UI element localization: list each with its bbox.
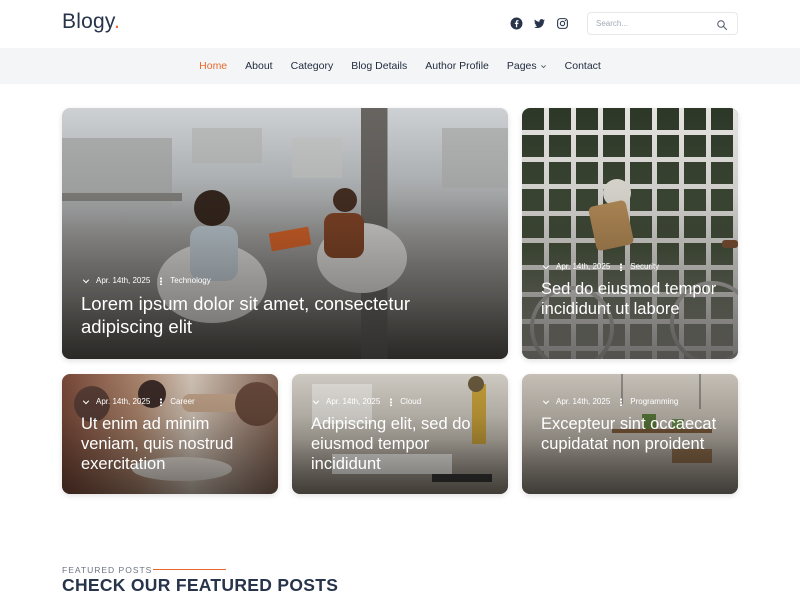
- post-title[interactable]: Sed do eiusmod tempor incididunt ut labo…: [541, 279, 726, 319]
- featured-accent-line: [153, 569, 226, 570]
- nav-item-home[interactable]: Home: [199, 60, 227, 72]
- nav-item-pages[interactable]: Pages: [507, 60, 547, 72]
- post-card[interactable]: Apr. 14th, 2025 Security Sed do eiusmod …: [522, 108, 738, 359]
- meta-separator-icon: [160, 276, 163, 285]
- post-meta: Apr. 14th, 2025 Security: [542, 262, 659, 271]
- chevron-down-icon: [542, 399, 550, 404]
- meta-separator-icon: [620, 262, 623, 271]
- chevron-down-icon: [82, 278, 90, 283]
- main-navigation: Home About Category Blog Details Author …: [0, 48, 800, 84]
- post-category[interactable]: Cloud: [400, 397, 421, 406]
- nav-item-about[interactable]: About: [245, 60, 272, 72]
- post-image-overlay: [522, 108, 738, 359]
- twitter-icon[interactable]: [532, 16, 546, 30]
- post-category[interactable]: Security: [630, 262, 659, 271]
- search-box: [587, 12, 738, 35]
- chevron-down-icon: [542, 264, 550, 269]
- search-input[interactable]: [596, 16, 706, 31]
- facebook-icon[interactable]: [509, 16, 523, 30]
- post-category[interactable]: Career: [170, 397, 194, 406]
- meta-separator-icon: [160, 397, 163, 406]
- post-meta: Apr. 14th, 2025 Career: [82, 397, 195, 406]
- post-date: Apr. 14th, 2025: [96, 397, 151, 406]
- nav-item-pages-label: Pages: [506, 60, 537, 72]
- post-card[interactable]: Apr. 14th, 2025 Technology Lorem ipsum d…: [62, 108, 508, 359]
- post-title[interactable]: Adipiscing elit, sed do eiusmod tempor i…: [311, 414, 501, 474]
- chevron-down-icon: [540, 64, 546, 68]
- post-meta: Apr. 14th, 2025 Technology: [82, 276, 211, 285]
- nav-item-blog-details[interactable]: Blog Details: [351, 60, 407, 72]
- post-date: Apr. 14th, 2025: [556, 262, 611, 271]
- post-date: Apr. 14th, 2025: [556, 397, 611, 406]
- post-meta: Apr. 14th, 2025 Cloud: [312, 397, 421, 406]
- nav-item-category[interactable]: Category: [291, 60, 334, 72]
- site-header: Blogy.: [0, 0, 800, 48]
- post-card[interactable]: Apr. 14th, 2025 Cloud Adipiscing elit, s…: [292, 374, 508, 494]
- site-logo[interactable]: Blogy.: [62, 10, 120, 34]
- post-category[interactable]: Technology: [170, 276, 210, 285]
- post-title[interactable]: Lorem ipsum dolor sit amet, consectetur …: [81, 293, 481, 338]
- post-category[interactable]: Programming: [630, 397, 678, 406]
- post-date: Apr. 14th, 2025: [96, 276, 151, 285]
- post-title[interactable]: Ut enim ad minim veniam, quis nostrud ex…: [81, 414, 266, 474]
- post-title[interactable]: Excepteur sint occaecat cupidatat non pr…: [541, 414, 731, 454]
- post-meta: Apr. 14th, 2025 Programming: [542, 397, 678, 406]
- post-card[interactable]: Apr. 14th, 2025 Career Ut enim ad minim …: [62, 374, 278, 494]
- instagram-icon[interactable]: [555, 16, 569, 30]
- post-date: Apr. 14th, 2025: [326, 397, 381, 406]
- featured-section-title: CHECK OUR FEATURED POSTS: [62, 575, 339, 595]
- chevron-down-icon: [82, 399, 90, 404]
- post-card[interactable]: Apr. 14th, 2025 Programming Excepteur si…: [522, 374, 738, 494]
- meta-separator-icon: [390, 397, 393, 406]
- featured-section-label: FEATURED POSTS: [62, 565, 153, 575]
- chevron-down-icon: [312, 399, 320, 404]
- meta-separator-icon: [620, 397, 623, 406]
- nav-item-author-profile[interactable]: Author Profile: [425, 60, 489, 72]
- nav-item-contact[interactable]: Contact: [565, 60, 601, 72]
- search-icon[interactable]: [716, 18, 728, 30]
